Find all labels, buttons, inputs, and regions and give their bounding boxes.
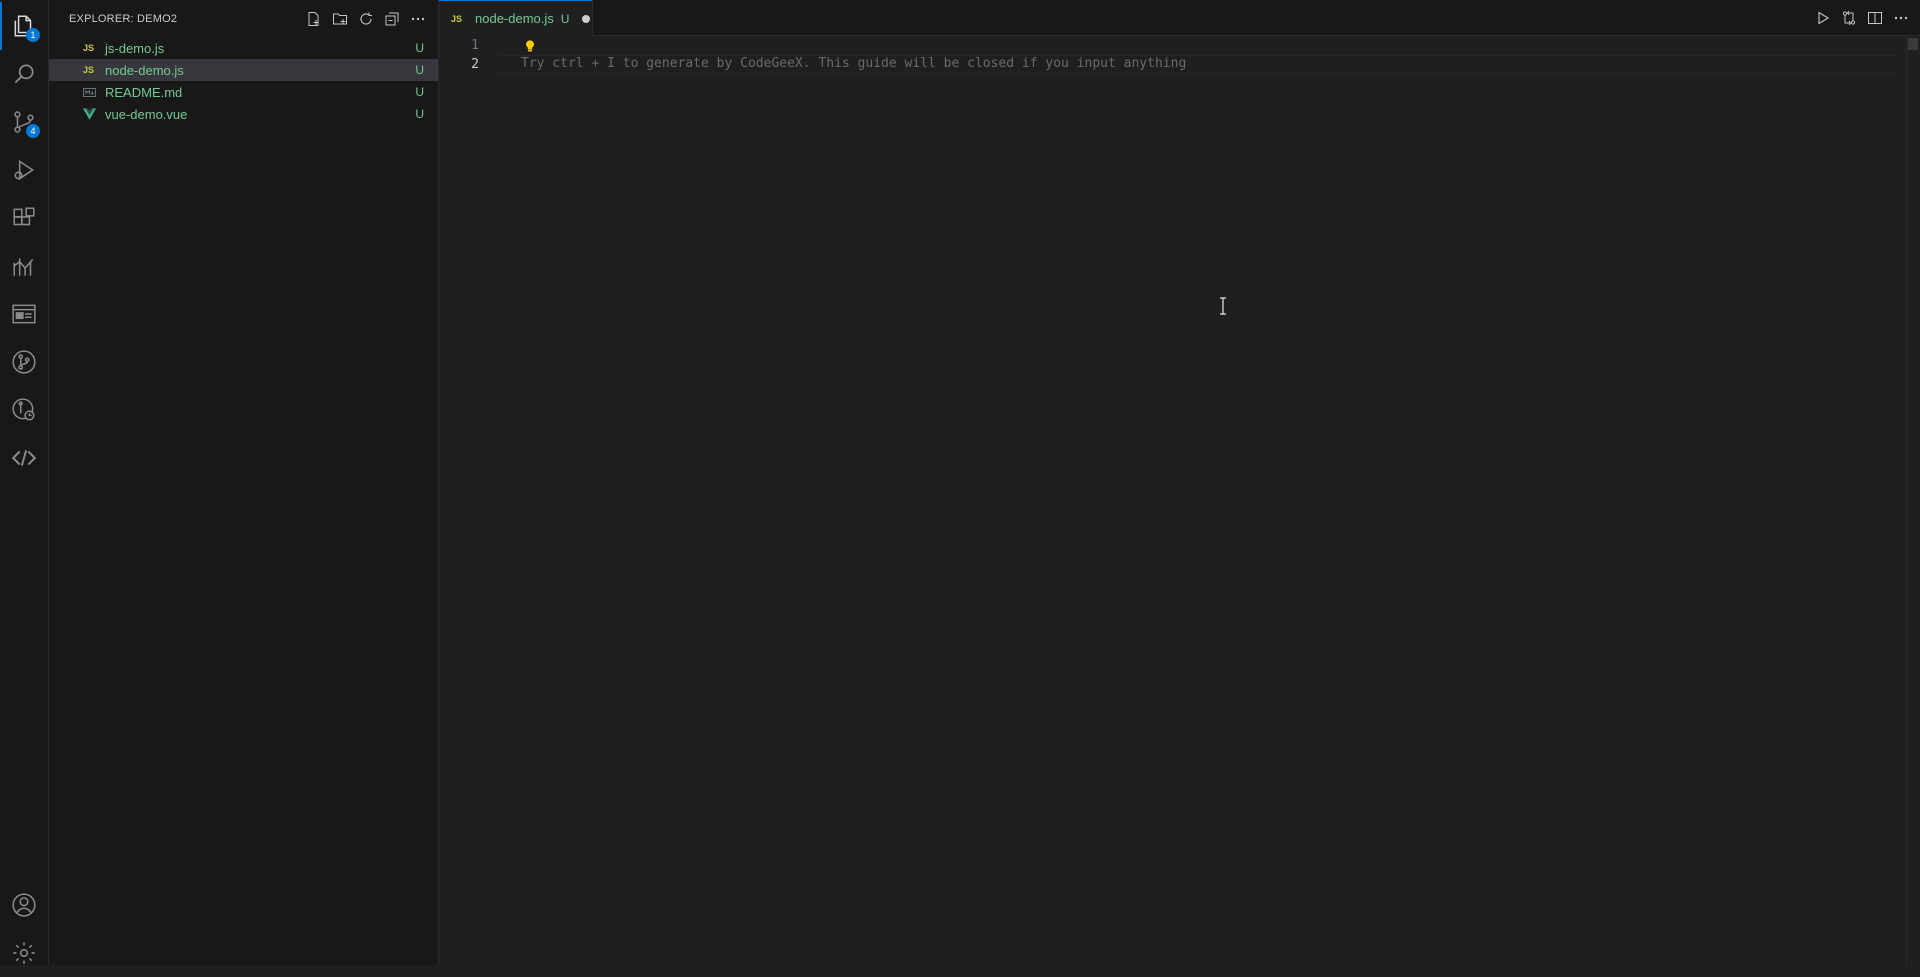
- file-name: vue-demo.vue: [105, 106, 188, 122]
- line-number: 1: [471, 38, 479, 53]
- activity-accounts[interactable]: [0, 881, 48, 929]
- file-name: js-demo.js: [105, 40, 165, 56]
- tab-label: node-demo.js: [475, 11, 554, 26]
- file-tree: JS js-demo.js U JS node-demo.js U README…: [49, 37, 438, 125]
- git-graph-icon: [12, 350, 36, 374]
- vue-file-icon: [83, 108, 101, 120]
- line-number-gutter: 1 2: [439, 36, 499, 965]
- split-editor-icon: [1868, 12, 1882, 24]
- more-icon: [1894, 16, 1908, 20]
- activity-git-graph[interactable]: [0, 338, 48, 386]
- editor-more-button[interactable]: [1892, 9, 1910, 27]
- run-debug-icon: [14, 159, 35, 181]
- activity-search[interactable]: [0, 50, 48, 98]
- window-icon: [12, 304, 36, 324]
- activity-bar: 1 4: [0, 0, 49, 965]
- refresh-button[interactable]: [356, 9, 376, 29]
- more-icon: [411, 17, 425, 21]
- account-icon: [12, 893, 36, 917]
- file-item-node-demo[interactable]: JS node-demo.js U: [49, 59, 438, 81]
- activity-manage[interactable]: [0, 929, 48, 977]
- search-icon: [14, 64, 34, 84]
- code-brackets-icon: [11, 450, 37, 466]
- sidebar-title: EXPLORER: DEMO2: [69, 13, 178, 25]
- new-folder-icon: [333, 13, 347, 25]
- run-button[interactable]: [1814, 9, 1832, 27]
- extensions-icon: [13, 207, 35, 226]
- split-editor-button[interactable]: [1866, 9, 1884, 27]
- activity-source-control[interactable]: 4: [0, 98, 48, 146]
- run-icon: [1818, 11, 1830, 25]
- markdown-file-icon: [83, 87, 101, 97]
- git-status-badge: U: [415, 107, 424, 121]
- explorer-sidebar: EXPLORER: DEMO2 JS js-demo.js U JS node-…: [49, 0, 439, 965]
- source-control-badge: 4: [26, 124, 40, 138]
- activity-extensions[interactable]: [0, 194, 48, 242]
- collapse-all-button[interactable]: [382, 9, 402, 29]
- compare-icon: [1842, 10, 1856, 26]
- scrollbar-thumb[interactable]: [1908, 38, 1918, 50]
- collapse-all-icon: [385, 12, 399, 26]
- codegeex-ghost-hint: Try ctrl + I to generate by CodeGeeX. Th…: [521, 56, 1187, 71]
- explorer-badge: 1: [26, 28, 40, 42]
- git-status-badge: U: [415, 41, 424, 55]
- chart-icon: [13, 258, 34, 276]
- activity-run-debug[interactable]: [0, 146, 48, 194]
- file-name: README.md: [105, 84, 183, 100]
- compare-button[interactable]: [1840, 9, 1858, 27]
- file-item-js-demo[interactable]: JS js-demo.js U: [49, 37, 438, 59]
- git-history-icon: [12, 398, 35, 421]
- lightbulb-icon[interactable]: [522, 37, 538, 55]
- text-cursor-icon: [1218, 297, 1228, 315]
- file-item-readme[interactable]: README.md U: [49, 81, 438, 103]
- unsaved-dot-icon[interactable]: [582, 14, 591, 23]
- activity-git-history[interactable]: [0, 386, 48, 434]
- refresh-icon: [360, 12, 372, 25]
- javascript-file-icon: JS: [83, 43, 95, 53]
- file-name: node-demo.js: [105, 62, 184, 78]
- new-file-icon: [308, 12, 319, 26]
- git-status-badge: U: [415, 85, 424, 99]
- tab-git-status: U: [560, 11, 570, 26]
- sidebar-actions: [304, 9, 428, 29]
- new-file-button[interactable]: [304, 9, 324, 29]
- javascript-file-icon: JS: [451, 13, 463, 24]
- activity-remote-explorer[interactable]: [0, 290, 48, 338]
- editor-actions: [1814, 9, 1910, 27]
- git-status-badge: U: [415, 63, 424, 77]
- tab-node-demo[interactable]: JS node-demo.js U: [439, 0, 593, 36]
- sidebar-header: EXPLORER: DEMO2: [49, 0, 438, 40]
- editor-tab-bar: JS node-demo.js U: [439, 0, 1920, 36]
- gear-icon: [13, 942, 35, 964]
- file-item-vue-demo[interactable]: vue-demo.vue U: [49, 103, 438, 125]
- code-editor[interactable]: 1 2 Try ctrl + I to generate by CodeGeeX…: [439, 36, 1920, 965]
- activity-analytics[interactable]: [0, 242, 48, 290]
- activity-codegeex[interactable]: [0, 434, 48, 482]
- new-folder-button[interactable]: [330, 9, 350, 29]
- javascript-file-icon: JS: [83, 65, 95, 75]
- line-number: 2: [471, 57, 479, 72]
- more-actions-button[interactable]: [408, 9, 428, 29]
- activity-explorer[interactable]: 1: [0, 2, 48, 50]
- vertical-scrollbar[interactable]: [1906, 36, 1920, 965]
